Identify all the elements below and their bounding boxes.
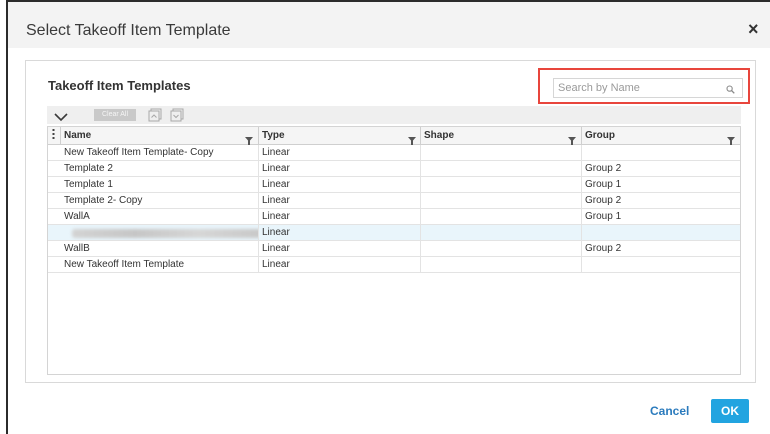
cell-name: New Takeoff Item Template- Copy bbox=[64, 147, 214, 158]
close-button[interactable]: × bbox=[748, 20, 759, 38]
column-header-type[interactable]: Type bbox=[258, 127, 420, 145]
cell-group bbox=[581, 257, 740, 273]
search-input[interactable] bbox=[553, 78, 743, 98]
section-title: Takeoff Item Templates bbox=[48, 78, 191, 93]
table-row[interactable]: Template 2 Linear Group 2 bbox=[48, 161, 740, 177]
table-row[interactable]: WallA Linear Group 1 bbox=[48, 209, 740, 225]
cell-group bbox=[581, 225, 740, 241]
table-row[interactable]: WallB Linear Group 2 bbox=[48, 241, 740, 257]
cell-shape bbox=[420, 193, 581, 209]
cell-name: Template 2- Copy bbox=[64, 195, 143, 206]
column-menu-icon[interactable] bbox=[51, 128, 57, 143]
cell-shape bbox=[420, 257, 581, 273]
cell-shape bbox=[420, 225, 581, 241]
cell-group: Group 1 bbox=[585, 179, 622, 190]
cancel-button[interactable]: Cancel bbox=[650, 404, 689, 418]
table-row[interactable]: New Takeoff Item Template Linear bbox=[48, 257, 740, 273]
cell-type: Linear bbox=[262, 195, 290, 206]
column-label: Type bbox=[262, 130, 285, 141]
chevron-down-icon[interactable] bbox=[54, 109, 68, 127]
column-header-group[interactable]: Group bbox=[581, 127, 740, 145]
cell-type: Linear bbox=[262, 243, 290, 254]
table-row[interactable]: New Takeoff Item Template- Copy Linear bbox=[48, 145, 740, 161]
cell-shape bbox=[420, 161, 581, 177]
column-header-shape[interactable]: Shape bbox=[420, 127, 581, 145]
table-row-selected[interactable]: Linear bbox=[48, 225, 740, 241]
cell-shape bbox=[420, 241, 581, 257]
ok-button[interactable]: OK bbox=[711, 399, 749, 423]
window-left-border bbox=[6, 0, 8, 434]
search-icon[interactable] bbox=[726, 81, 735, 99]
expand-all-icon[interactable] bbox=[170, 108, 184, 127]
cell-group: Group 1 bbox=[585, 211, 622, 222]
cell-group bbox=[581, 145, 740, 161]
grid-header: Name Type Shape Group bbox=[48, 127, 740, 145]
cell-shape bbox=[420, 177, 581, 193]
cell-type: Linear bbox=[262, 163, 290, 174]
table-row[interactable]: Template 1 Linear Group 1 bbox=[48, 177, 740, 193]
clear-all-button[interactable]: Clear All bbox=[94, 109, 136, 121]
cell-name: Template 1 bbox=[64, 179, 113, 190]
dialog-title: Select Takeoff Item Template bbox=[26, 22, 231, 39]
cell-name: WallA bbox=[64, 211, 90, 222]
cell-name bbox=[60, 225, 258, 241]
cell-group: Group 2 bbox=[585, 163, 622, 174]
cell-type: Linear bbox=[262, 259, 290, 270]
cell-shape bbox=[420, 209, 581, 225]
cell-type: Linear bbox=[262, 179, 290, 190]
column-label: Name bbox=[64, 130, 92, 141]
templates-grid: Name Type Shape Group New Takeoff Item T… bbox=[47, 126, 741, 375]
cell-type: Linear bbox=[262, 211, 290, 222]
column-label: Group bbox=[585, 130, 615, 141]
cell-name: WallB bbox=[64, 243, 90, 254]
cell-name: Template 2 bbox=[64, 163, 113, 174]
cell-type: Linear bbox=[262, 147, 290, 158]
collapse-all-icon[interactable] bbox=[148, 108, 162, 127]
column-header-name[interactable]: Name bbox=[60, 127, 258, 145]
cell-group: Group 2 bbox=[585, 195, 622, 206]
table-row[interactable]: Template 2- Copy Linear Group 2 bbox=[48, 193, 740, 209]
cell-shape bbox=[420, 145, 581, 161]
column-label: Shape bbox=[424, 130, 455, 141]
redacted-name bbox=[72, 229, 258, 238]
cell-group: Group 2 bbox=[585, 243, 622, 254]
cell-name: New Takeoff Item Template bbox=[64, 259, 185, 270]
cell-type: Linear bbox=[262, 227, 290, 238]
